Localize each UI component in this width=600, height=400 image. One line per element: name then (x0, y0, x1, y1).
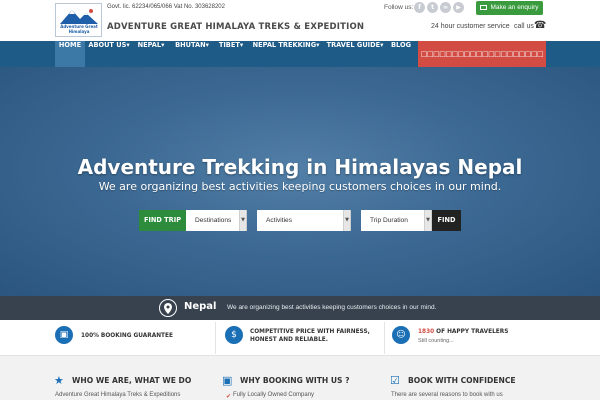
call-us-link[interactable]: call us (514, 23, 534, 30)
feature-happy-travelers: 1830 OF HAPPY TRAVELERS (418, 328, 508, 336)
hero-subtitle: We are organizing best activities keepin… (98, 180, 502, 193)
trip-search-bar: FIND TRIP Destinations ▼ Activities ▼ Tr… (139, 210, 461, 231)
company-name: ADVENTURE GREAT HIMALAYA TREKS & EXPEDIT… (107, 22, 365, 32)
page: Adventure Great Himalaya Govt. lic. 6223… (0, 0, 600, 400)
find-trip-label: FIND TRIP (139, 210, 186, 231)
why-booking-title: WHY BOOKING WITH US ? (240, 376, 350, 385)
govt-license-text: Govt. lic. 62234/065/066 Vat No. 3036282… (107, 4, 225, 10)
top-header: Adventure Great Himalaya Govt. lic. 6223… (0, 0, 600, 41)
check-icon: ✔ (226, 393, 232, 400)
logo-text: Adventure Great Himalaya (60, 24, 98, 34)
dropdown-caret-icon: ▼ (239, 210, 246, 231)
activities-select[interactable]: Activities ▼ (257, 210, 351, 231)
still-counting-text: Still counting... (418, 338, 454, 344)
features-bar: ▣ 100% BOOKING GUARANTEE $ COMPETITIVE P… (0, 320, 600, 356)
book-confidence-text: There are several reasons to book with u… (391, 392, 503, 398)
hero-banner: Adventure Trekking in Himalayas Nepal We… (0, 67, 600, 304)
youtube-icon[interactable]: ▶ (453, 2, 464, 13)
follow-us-label: Follow us: (384, 4, 414, 11)
company-logo[interactable]: Adventure Great Himalaya (55, 3, 102, 37)
info-sections: ★ WHO WE ARE, WHAT WE DO Adventure Great… (0, 356, 600, 400)
travelers-label: OF HAPPY TRAVELERS (436, 329, 509, 335)
destination-strip: Nepal We are organizing best activities … (0, 296, 600, 320)
feature-booking-guarantee: 100% BOOKING GUARANTEE (81, 333, 173, 339)
nav-blog[interactable]: BLOG (389, 41, 413, 67)
divider (384, 322, 385, 354)
nav-nepal[interactable]: NEPAL▾ (134, 41, 168, 67)
envelope-icon (480, 5, 488, 10)
find-button[interactable]: FIND (432, 210, 461, 231)
book-confidence-title: BOOK WITH CONFIDENCE (408, 376, 516, 385)
dropdown-caret-icon: ▼ (343, 210, 350, 231)
dropdown-caret-icon: ▼ (424, 210, 431, 231)
activities-value: Activities (266, 217, 293, 224)
nav-nepal-trekking[interactable]: NEPAL TREKKING▾ (251, 41, 321, 67)
nav-about-us[interactable]: ABOUT US▾ (87, 41, 131, 67)
hero-title: Adventure Trekking in Himalayas Nepal (77, 155, 523, 179)
make-enquiry-button[interactable]: Make an enquiry (476, 1, 543, 15)
feature-price-line2: HONEST AND RELIABLE. (250, 337, 328, 343)
star-icon: ★ (54, 374, 64, 387)
twitter-icon[interactable]: t (427, 2, 438, 13)
briefcase-icon: ▣ (55, 326, 73, 344)
trip-duration-value: Trip Duration (370, 217, 408, 224)
tripadvisor-icon[interactable]: ∞ (440, 2, 451, 13)
who-we-are-title: WHO WE ARE, WHAT WE DO (72, 376, 192, 385)
nav-home[interactable]: HOME (55, 41, 85, 67)
map-pin-icon (159, 299, 177, 317)
nav-travel-guide[interactable]: TRAVEL GUIDE▾ (326, 41, 384, 67)
enquiry-label: Make an enquiry (490, 4, 539, 11)
travelers-count: 1830 (418, 329, 435, 335)
mountain-logo-icon (60, 9, 98, 24)
phone-icon: ☎ (534, 20, 547, 31)
briefcase-icon: ▣ (222, 374, 233, 387)
destinations-select[interactable]: Destinations ▼ (186, 210, 247, 231)
strip-title: Nepal (184, 301, 217, 312)
trip-duration-select[interactable]: Trip Duration ▼ (361, 210, 432, 231)
facebook-icon[interactable]: f (414, 2, 425, 13)
nav-tibet[interactable]: TIBET▾ (216, 41, 246, 67)
divider (215, 322, 216, 354)
destinations-value: Destinations (195, 217, 232, 224)
checkbox-icon: ☑ (390, 374, 400, 387)
customer-service-label: 24 hour customer service (431, 23, 510, 30)
who-we-are-text: Adventure Great Himalaya Treks & Expedit… (55, 392, 181, 398)
feature-price-line1: COMPETITIVE PRICE WITH FAIRNESS, (250, 329, 370, 335)
main-navigation: HOME ABOUT US▾ NEPAL▾ BHUTAN▾ TIBET▾ NEP… (0, 41, 600, 67)
money-icon: $ (225, 326, 243, 344)
nav-bhutan[interactable]: BHUTAN▾ (171, 41, 213, 67)
nav-highlight-button[interactable]: □□□□□□□□□□□□□□□□□□□□ (418, 41, 546, 67)
why-booking-text: Fully Locally Owned Company (233, 392, 315, 398)
strip-text: We are organizing best activities keepin… (227, 304, 437, 311)
feature-competitive-price: COMPETITIVE PRICE WITH FAIRNESS, HONEST … (250, 328, 370, 344)
travelers-icon: ☺ (392, 326, 410, 344)
